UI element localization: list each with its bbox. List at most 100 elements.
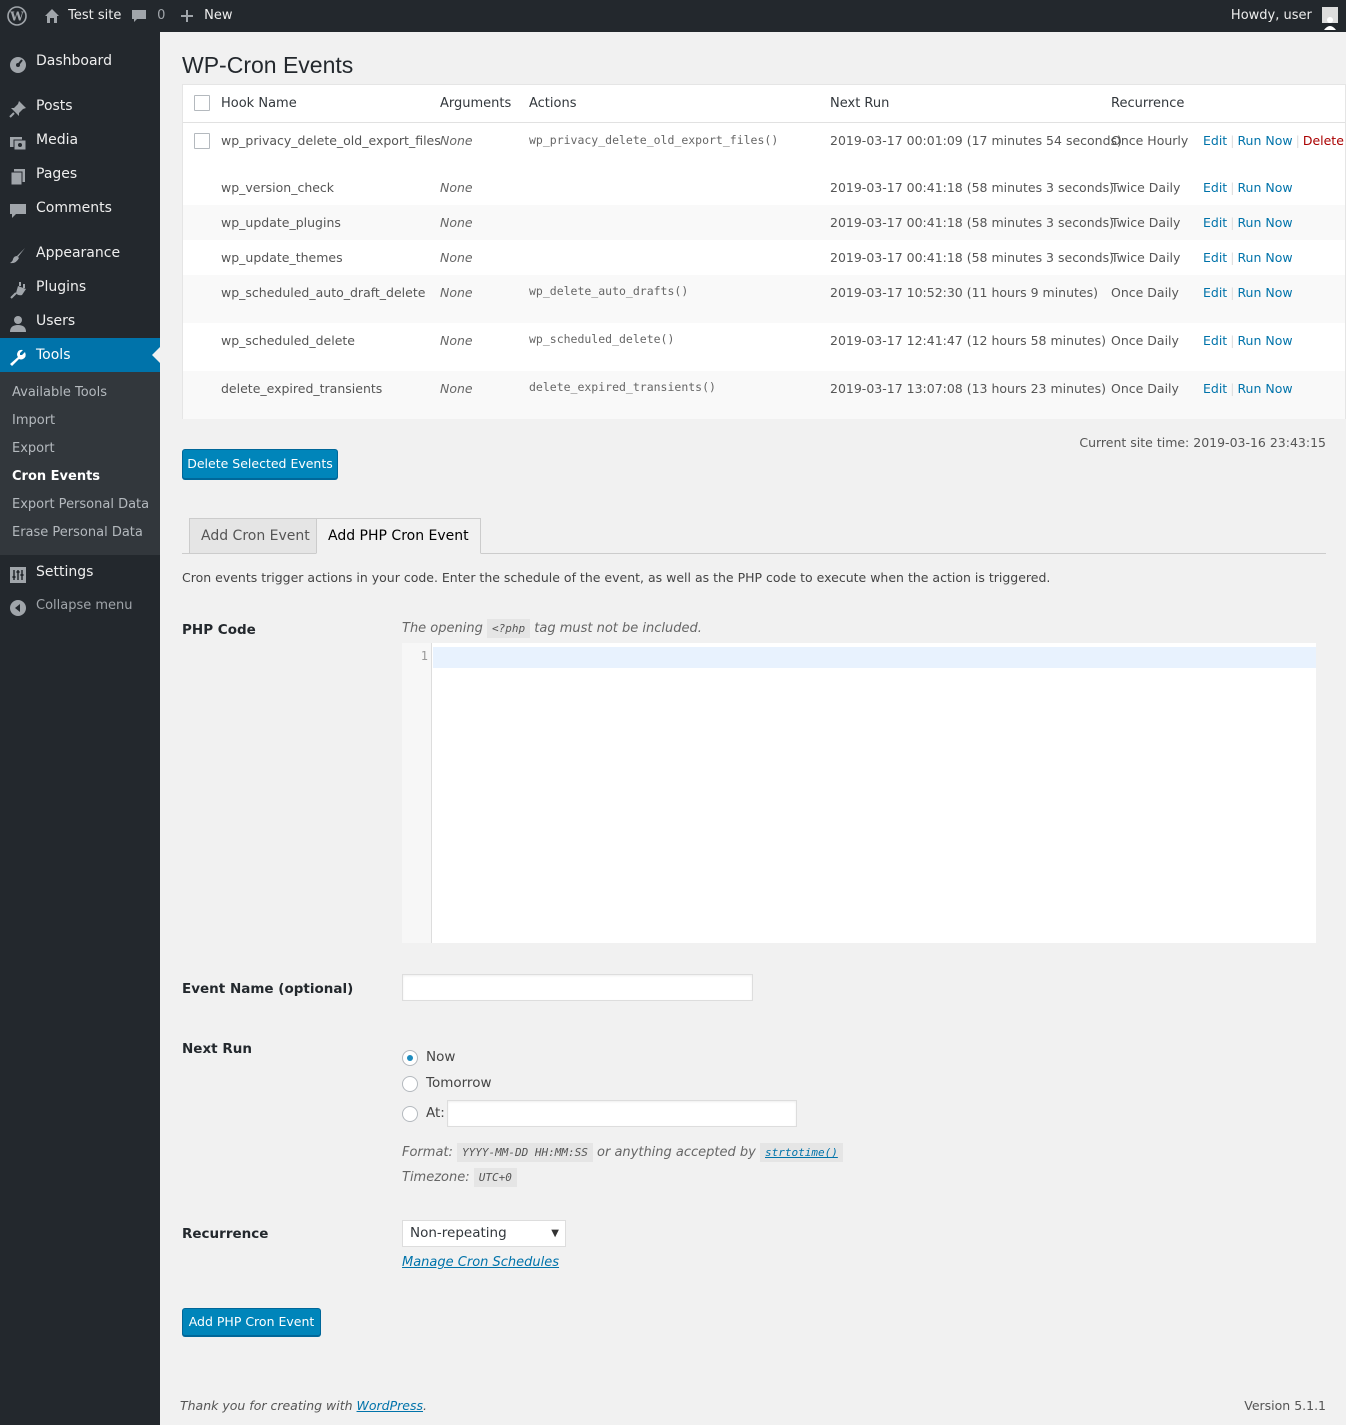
- sidebar-label: Posts: [36, 98, 73, 114]
- next-run-at-radio[interactable]: [402, 1106, 418, 1122]
- next-run: 2019-03-17 00:41:18 (58 minutes 3 second…: [830, 215, 1114, 230]
- tab-add-php-cron-event[interactable]: Add PHP Cron Event: [316, 518, 481, 554]
- sidebar-label: Dashboard: [36, 53, 112, 69]
- edit-link[interactable]: Edit: [1203, 381, 1227, 396]
- hint-text: or anything accepted by: [597, 1145, 756, 1160]
- row-actions: Edit | Run Now: [1203, 333, 1293, 348]
- submenu-import[interactable]: Import: [12, 411, 55, 431]
- submenu-export-personal-data[interactable]: Export Personal Data: [12, 495, 149, 515]
- plug-icon: [9, 278, 27, 299]
- footer-thanks: Thank you for creating with WordPress.: [180, 1398, 427, 1413]
- tab-add-cron-event[interactable]: Add Cron Event: [189, 518, 322, 554]
- recurrence-label: Recurrence: [182, 1226, 269, 1242]
- submenu-available-tools[interactable]: Available Tools: [12, 383, 107, 403]
- sidebar-item-settings[interactable]: Settings: [0, 555, 160, 589]
- edit-link[interactable]: Edit: [1203, 215, 1227, 230]
- run-now-link[interactable]: Run Now: [1237, 285, 1292, 300]
- submenu-cron-events[interactable]: Cron Events: [12, 467, 100, 487]
- submenu-erase-personal-data[interactable]: Erase Personal Data: [12, 523, 143, 543]
- delete-selected-events-button[interactable]: Delete Selected Events: [182, 449, 338, 479]
- select-all-checkbox[interactable]: [194, 95, 210, 111]
- edit-link[interactable]: Edit: [1203, 180, 1227, 195]
- hint-text: The opening: [402, 621, 483, 636]
- run-now-link[interactable]: Run Now: [1237, 180, 1292, 195]
- next-run-label: Next Run: [182, 1041, 252, 1057]
- site-name-label: Test site: [68, 8, 122, 23]
- next-run: 2019-03-17 00:01:09 (17 minutes 54 secon…: [830, 133, 1122, 148]
- collapse-menu-button[interactable]: Collapse menu: [0, 589, 160, 623]
- row-checkbox[interactable]: [194, 133, 210, 149]
- next-run-datetime-input[interactable]: [447, 1100, 797, 1127]
- editor-active-line: [433, 647, 1316, 668]
- howdy-label: Howdy, user: [1230, 8, 1312, 23]
- run-now-link[interactable]: Run Now: [1237, 133, 1292, 148]
- sidebar-item-tools[interactable]: Tools: [0, 338, 160, 372]
- table-row: wp_privacy_delete_old_export_files None …: [183, 123, 1345, 170]
- recurrence: Once Hourly: [1111, 133, 1189, 148]
- add-php-cron-event-button[interactable]: Add PHP Cron Event: [182, 1308, 321, 1336]
- arguments: None: [440, 180, 473, 195]
- sidebar-item-dashboard[interactable]: Dashboard: [0, 44, 160, 78]
- sidebar-item-media[interactable]: Media: [0, 123, 160, 157]
- strtotime-link[interactable]: strtotime(): [760, 1143, 843, 1162]
- edit-link[interactable]: Edit: [1203, 250, 1227, 265]
- sidebar-label: Comments: [36, 200, 112, 216]
- media-icon: [9, 131, 27, 151]
- php-code-editor[interactable]: 1: [402, 643, 1316, 943]
- php-code-hint: The opening <?php tag must not be includ…: [402, 619, 702, 638]
- new-content-link[interactable]: New: [180, 0, 233, 32]
- hook-name: wp_version_check: [221, 180, 335, 195]
- sidebar-item-plugins[interactable]: Plugins: [0, 270, 160, 304]
- action-callback: delete_expired_transients(): [529, 380, 716, 394]
- recurrence-selected-value: Non-repeating: [410, 1225, 507, 1241]
- next-run: 2019-03-17 00:41:18 (58 minutes 3 second…: [830, 250, 1114, 265]
- sidebar-item-posts[interactable]: Posts: [0, 89, 160, 123]
- sidebar-label: Settings: [36, 564, 94, 580]
- edit-link[interactable]: Edit: [1203, 133, 1227, 148]
- table-header: Hook Name Arguments Actions Next Run Rec…: [183, 85, 1345, 123]
- sidebar-item-appearance[interactable]: Appearance: [0, 236, 160, 270]
- action-callback: wp_scheduled_delete(): [529, 332, 675, 346]
- site-name-link[interactable]: Test site: [44, 0, 121, 32]
- table-row: wp_version_check None 2019-03-17 00:41:1…: [183, 170, 1345, 205]
- wordpress-logo-icon[interactable]: W: [7, 0, 27, 32]
- column-next-run[interactable]: Next Run: [830, 96, 889, 111]
- settings-icon: [9, 563, 27, 583]
- brush-icon: [9, 244, 27, 264]
- row-actions: Edit | Run Now: [1203, 250, 1293, 265]
- collapse-icon: [9, 597, 27, 616]
- comments-link[interactable]: 0: [131, 0, 165, 32]
- arguments: None: [440, 215, 473, 230]
- sidebar-label: Tools: [36, 347, 71, 363]
- hint-text: Timezone:: [402, 1170, 470, 1185]
- next-run: 2019-03-17 00:41:18 (58 minutes 3 second…: [830, 180, 1114, 195]
- next-run-tomorrow-radio[interactable]: [402, 1076, 418, 1092]
- action-callback: wp_privacy_delete_old_export_files(): [529, 133, 779, 147]
- run-now-link[interactable]: Run Now: [1237, 215, 1292, 230]
- cron-events-table: Hook Name Arguments Actions Next Run Rec…: [182, 84, 1346, 419]
- table-row: wp_update_plugins None 2019-03-17 00:41:…: [183, 205, 1345, 240]
- sidebar-item-comments[interactable]: Comments: [0, 191, 160, 225]
- edit-link[interactable]: Edit: [1203, 285, 1227, 300]
- event-name-input[interactable]: [402, 974, 753, 1001]
- run-now-link[interactable]: Run Now: [1237, 381, 1292, 396]
- column-actions: Actions: [529, 96, 577, 111]
- hook-name: wp_scheduled_delete: [221, 333, 355, 348]
- sidebar-item-users[interactable]: Users: [0, 304, 160, 338]
- arguments: None: [440, 381, 473, 396]
- user-account-link[interactable]: Howdy, user: [1231, 0, 1338, 32]
- recurrence-select[interactable]: Non-repeating ▼: [402, 1220, 566, 1247]
- table-row: wp_scheduled_auto_draft_delete None wp_d…: [183, 275, 1345, 323]
- next-run-now-radio[interactable]: [402, 1050, 418, 1066]
- run-now-link[interactable]: Run Now: [1237, 333, 1292, 348]
- recurrence: Twice Daily: [1111, 215, 1181, 230]
- manage-cron-schedules-link[interactable]: Manage Cron Schedules: [402, 1255, 559, 1270]
- submenu-export[interactable]: Export: [12, 439, 55, 459]
- sidebar-item-pages[interactable]: Pages: [0, 157, 160, 191]
- edit-link[interactable]: Edit: [1203, 333, 1227, 348]
- delete-link[interactable]: Delete: [1303, 133, 1344, 148]
- format-hint: Format: YYYY-MM-DD HH:MM:SS or anything …: [402, 1143, 843, 1162]
- column-hook-name[interactable]: Hook Name: [221, 96, 297, 111]
- run-now-link[interactable]: Run Now: [1237, 250, 1292, 265]
- wordpress-link[interactable]: WordPress: [357, 1398, 423, 1413]
